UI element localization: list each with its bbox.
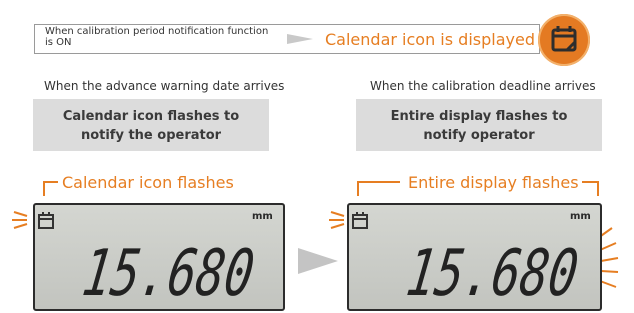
lcd-reading-right: 15.680 xyxy=(402,236,582,311)
calendar-icon xyxy=(352,212,368,229)
entire-display-flashes-label: Entire display flashes xyxy=(408,173,579,192)
lcd-readout-left: 15.680 xyxy=(38,212,259,311)
unit-label-right: mm xyxy=(570,211,591,222)
lcd-display-advance-warning: 15.680 xyxy=(33,203,285,311)
calendar-icon-flashes-label: Calendar icon flashes xyxy=(62,173,234,192)
lcd-reading-left: 15.680 xyxy=(78,236,258,311)
calendar-icon xyxy=(38,212,54,229)
arrow-right-icon xyxy=(298,248,338,274)
unit-label-left: mm xyxy=(252,211,273,222)
lcd-display-deadline: 15.680 xyxy=(347,203,602,311)
lcd-readout-right: 15.680 xyxy=(352,212,583,311)
